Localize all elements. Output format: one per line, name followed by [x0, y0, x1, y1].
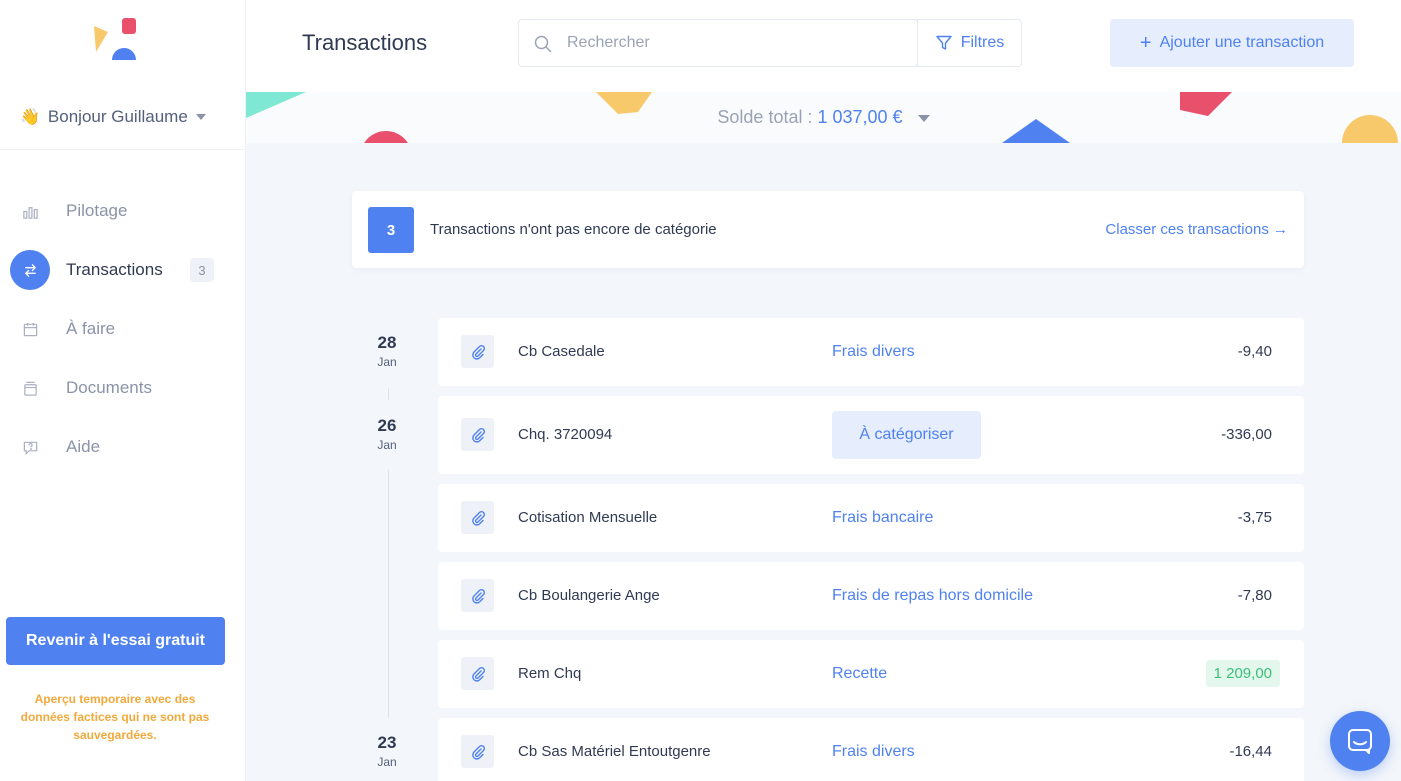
date-day: 23 — [377, 733, 397, 752]
categorize-button[interactable]: À catégoriser — [832, 411, 981, 459]
alert-message: Transactions n'ont pas encore de catégor… — [430, 221, 717, 238]
help-chat-icon — [14, 431, 46, 463]
count-badge: 3 — [190, 258, 214, 282]
attach-receipt-button[interactable] — [461, 735, 494, 768]
plus-icon: + — [1139, 32, 1152, 54]
transaction-category[interactable]: Frais divers — [832, 743, 915, 761]
transaction-category[interactable]: Frais divers — [832, 343, 915, 361]
timeline-line — [388, 388, 389, 400]
transaction-label: Cotisation Mensuelle — [518, 509, 658, 526]
date-group: 28 Jan — [360, 333, 414, 369]
attach-receipt-button[interactable] — [461, 579, 494, 612]
transaction-label: Rem Chq — [518, 665, 582, 682]
categorize-transactions-link[interactable]: Classer ces transactions → — [1105, 221, 1288, 238]
wave-emoji: 👋 — [20, 109, 40, 126]
demo-data-notice: Aperçu temporaire avec des données facti… — [20, 692, 210, 742]
sidebar-item-documents[interactable]: Documents — [0, 366, 246, 410]
search-icon — [534, 35, 552, 53]
transaction-amount: -7,80 — [1237, 587, 1272, 604]
transaction-label: Chq. 3720094 — [518, 426, 613, 443]
attach-receipt-button[interactable] — [461, 657, 494, 690]
total-balance[interactable]: Solde total : 1 037,00 € — [246, 107, 1401, 128]
date-day: 26 — [377, 416, 397, 435]
attach-receipt-button[interactable] — [461, 335, 494, 368]
date-group: 26 Jan — [360, 416, 414, 452]
paperclip-icon — [471, 427, 485, 443]
date-month: Jan — [377, 355, 397, 369]
calendar-icon — [14, 313, 46, 345]
transaction-row[interactable]: Cotisation Mensuelle Frais bancaire -3,7… — [438, 484, 1304, 552]
uncategorized-alert: 3 Transactions n'ont pas encore de catég… — [352, 191, 1304, 268]
page-title: Transactions — [302, 30, 428, 55]
transaction-amount: -16,44 — [1229, 743, 1272, 760]
sidebar-item-label: À faire — [66, 319, 116, 338]
transaction-amount: -9,40 — [1237, 343, 1272, 360]
sidebar-item-transactions[interactable]: Transactions 3 — [0, 248, 246, 292]
sidebar-item-label: Transactions — [66, 260, 163, 279]
add-transaction-button[interactable]: + Ajouter une transaction — [1110, 19, 1354, 67]
search-input[interactable] — [567, 30, 907, 56]
date-group: 23 Jan — [360, 733, 414, 769]
sidebar-item-a-faire[interactable]: À faire — [0, 307, 246, 351]
paperclip-icon — [471, 344, 485, 360]
attach-receipt-button[interactable] — [461, 501, 494, 534]
transaction-row[interactable]: Cb Boulangerie Ange Frais de repas hors … — [438, 562, 1304, 630]
divider — [0, 149, 246, 150]
archive-box-icon — [14, 372, 46, 404]
date-month: Jan — [377, 438, 397, 452]
transaction-row[interactable]: Cb Sas Matériel Entoutgenre Frais divers… — [438, 718, 1304, 781]
paperclip-icon — [471, 510, 485, 526]
transaction-label: Cb Casedale — [518, 343, 605, 360]
top-header: Transactions Filtres + Ajouter une trans… — [246, 0, 1401, 92]
transaction-amount-positive: 1 209,00 — [1205, 660, 1280, 687]
paperclip-icon — [471, 588, 485, 604]
timeline-line — [388, 470, 389, 718]
paperclip-icon — [471, 744, 485, 760]
transaction-category[interactable]: Recette — [832, 665, 887, 683]
transaction-row[interactable]: Cb Casedale Frais divers -9,40 — [438, 318, 1304, 386]
balance-label: Solde total : — [717, 107, 813, 127]
support-chat-button[interactable] — [1330, 711, 1390, 771]
balance-banner: Solde total : 1 037,00 € — [246, 92, 1401, 143]
balance-amount: 1 037,00 € — [817, 107, 903, 127]
transaction-row[interactable]: Rem Chq Recette 1 209,00 — [438, 640, 1304, 708]
chevron-down-icon — [917, 114, 930, 122]
chevron-down-icon — [195, 114, 206, 120]
return-to-trial-button[interactable]: Revenir à l'essai gratuit — [6, 617, 225, 665]
paperclip-icon — [471, 666, 485, 682]
user-menu[interactable]: 👋 Bonjour Guillaume — [20, 104, 206, 130]
sidebar-item-label: Aide — [66, 437, 101, 456]
transaction-category[interactable]: Frais de repas hors domicile — [832, 587, 1033, 605]
app-logo[interactable] — [92, 18, 140, 62]
transaction-amount: -3,75 — [1237, 509, 1272, 526]
greeting-text: Bonjour Guillaume — [47, 107, 188, 126]
transaction-label: Cb Boulangerie Ange — [518, 587, 660, 604]
bar-chart-icon — [14, 195, 46, 227]
search-box[interactable] — [518, 19, 918, 67]
transaction-label: Cb Sas Matériel Entoutgenre — [518, 743, 711, 760]
sidebar: 👋 Bonjour Guillaume Pilotage Transaction… — [0, 0, 246, 781]
add-transaction-label: Ajouter une transaction — [1159, 34, 1325, 51]
sidebar-item-label: Documents — [66, 378, 152, 397]
filters-button[interactable]: Filtres — [917, 19, 1022, 67]
sidebar-item-pilotage[interactable]: Pilotage — [0, 189, 246, 233]
sidebar-item-label: Pilotage — [66, 201, 128, 220]
chat-icon — [1348, 729, 1372, 754]
date-month: Jan — [377, 755, 397, 769]
filters-label: Filtres — [960, 34, 1005, 51]
transaction-amount: -336,00 — [1221, 426, 1272, 443]
transaction-category[interactable]: Frais bancaire — [832, 509, 933, 527]
sidebar-item-aide[interactable]: Aide — [0, 425, 246, 469]
transfer-arrows-icon — [10, 250, 50, 290]
attach-receipt-button[interactable] — [461, 418, 494, 451]
filter-funnel-icon — [936, 35, 952, 50]
transaction-row[interactable]: Chq. 3720094 À catégoriser -336,00 — [438, 396, 1304, 474]
uncategorized-count: 3 — [368, 207, 414, 253]
date-day: 28 — [377, 333, 397, 352]
